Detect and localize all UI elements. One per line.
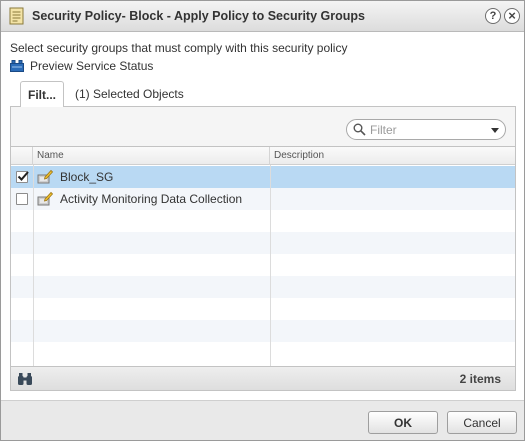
security-groups-grid: Name Description Block_SG Activity Monit…	[11, 146, 515, 366]
filter-box[interactable]	[346, 119, 506, 140]
empty-row	[11, 298, 515, 320]
empty-row	[11, 320, 515, 342]
column-divider	[33, 165, 34, 366]
checkmark-icon	[17, 171, 29, 181]
search-icon	[353, 123, 366, 136]
empty-row	[11, 210, 515, 232]
preview-service-status-label: Preview Service Status	[30, 59, 154, 73]
empty-row	[11, 254, 515, 276]
close-icon[interactable]: ×	[504, 8, 520, 24]
preview-service-status-link[interactable]: Preview Service Status	[10, 58, 153, 74]
tab-panel: Name Description Block_SG	[10, 106, 516, 391]
empty-row	[11, 342, 515, 364]
empty-row	[11, 276, 515, 298]
dialog-title: Security Policy- Block - Apply Policy to…	[32, 9, 365, 23]
filter-input[interactable]	[370, 122, 480, 137]
security-group-icon	[37, 191, 53, 206]
help-icon[interactable]: ?	[485, 8, 501, 24]
row-checkbox[interactable]	[16, 171, 29, 183]
tab-filter[interactable]: Filt...	[20, 81, 64, 107]
grid-header: Name Description	[11, 147, 515, 165]
empty-row	[11, 232, 515, 254]
row-name: Block_SG	[60, 170, 114, 184]
dialog-titlebar[interactable]: Security Policy- Block - Apply Policy to…	[1, 1, 524, 32]
column-header-select[interactable]	[11, 147, 33, 165]
column-header-description[interactable]: Description	[270, 147, 515, 165]
item-count: 2 items	[459, 372, 501, 386]
security-group-icon	[37, 169, 53, 184]
grid-footer: 2 items	[11, 366, 515, 390]
ok-button[interactable]: OK	[368, 411, 438, 434]
dialog-footer: OK Cancel	[1, 400, 524, 440]
table-row[interactable]: Block_SG	[11, 166, 515, 188]
policy-document-icon	[9, 7, 24, 25]
service-status-icon	[10, 60, 24, 72]
column-divider	[270, 165, 271, 366]
row-name: Activity Monitoring Data Collection	[60, 192, 243, 206]
row-checkbox[interactable]	[16, 193, 28, 205]
filter-dropdown-caret-icon[interactable]	[491, 128, 499, 133]
table-row[interactable]: Activity Monitoring Data Collection	[11, 188, 515, 210]
cancel-button[interactable]: Cancel	[447, 411, 517, 434]
apply-policy-dialog: Security Policy- Block - Apply Policy to…	[0, 0, 525, 441]
tab-selected-objects[interactable]: (1) Selected Objects	[67, 81, 192, 106]
column-header-name[interactable]: Name	[33, 147, 270, 165]
instruction-text: Select security groups that must comply …	[10, 41, 348, 55]
binoculars-icon[interactable]	[17, 372, 33, 386]
